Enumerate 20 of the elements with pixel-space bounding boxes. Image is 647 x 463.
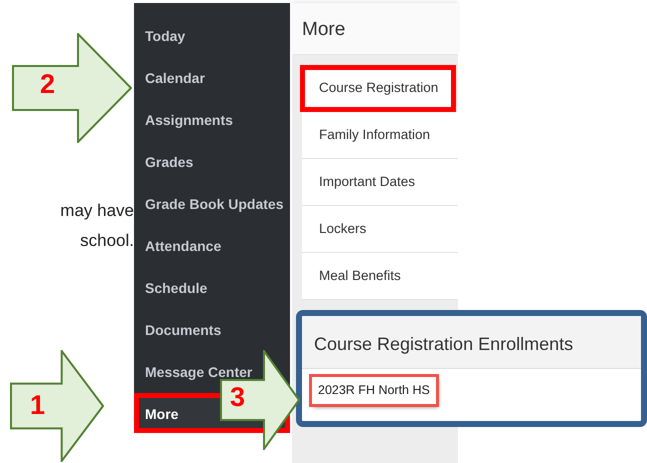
menu-item[interactable]: Meal Benefits bbox=[302, 253, 458, 300]
menu-item[interactable]: Family Information bbox=[302, 112, 458, 159]
sidebar-item[interactable]: Grade Book Updates bbox=[134, 183, 290, 225]
enrollment-link[interactable]: 2023R FH North HS bbox=[312, 377, 436, 404]
sidebar-item[interactable]: Grades bbox=[134, 141, 290, 183]
menu-item[interactable]: Important Dates bbox=[302, 159, 458, 206]
sidebar-item[interactable]: Calendar bbox=[134, 57, 290, 99]
sidebar-item[interactable]: Attendance bbox=[134, 225, 290, 267]
menu-item[interactable]: Lockers bbox=[302, 206, 458, 253]
instruction-text: may have bbox=[60, 200, 134, 222]
menu-item[interactable]: Course Registration bbox=[300, 65, 456, 112]
popup-title: Course Registration Enrollments bbox=[302, 316, 641, 369]
instruction-text: school. bbox=[80, 230, 134, 252]
sidebar-item[interactable]: Documents bbox=[134, 309, 290, 351]
sidebar-item[interactable]: Assignments bbox=[134, 99, 290, 141]
sidebar-item[interactable]: Today bbox=[134, 15, 290, 57]
page-title: More bbox=[292, 3, 458, 55]
step-number: 2 bbox=[40, 71, 56, 98]
sidebar-item[interactable]: Schedule bbox=[134, 267, 290, 309]
step-number: 1 bbox=[30, 392, 46, 419]
